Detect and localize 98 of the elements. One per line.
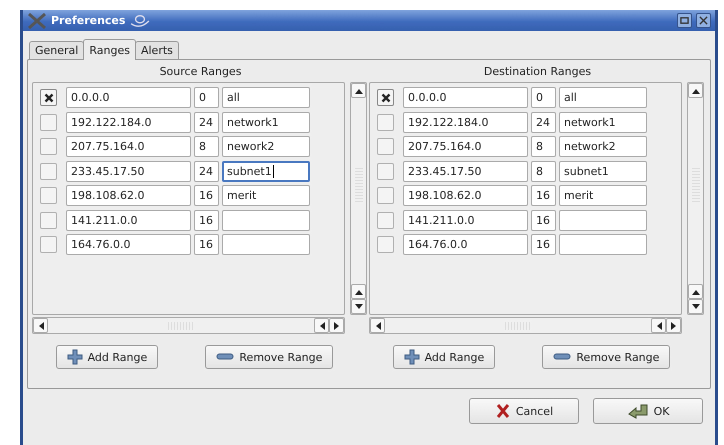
scroll-left-icon[interactable] [33,318,48,333]
window-title: Preferences [51,14,126,27]
address-field[interactable]: 198.108.62.0 [403,185,528,206]
checkbox[interactable] [40,89,57,106]
scroll-right-icon[interactable] [329,318,344,333]
minus-icon [216,353,234,361]
address-field[interactable]: 198.108.62.0 [66,185,191,206]
name-field[interactable]: merit [222,185,310,206]
name-field[interactable]: subnet1 [222,160,310,182]
name-field[interactable]: network2 [559,136,647,158]
scroll-left-icon[interactable] [370,318,385,333]
address-field[interactable]: 0.0.0.0 [66,87,191,108]
checkbox[interactable] [40,114,57,131]
address-field[interactable]: 207.75.164.0 [403,136,528,158]
maximize-button[interactable] [677,13,692,28]
prefix-field[interactable]: 8 [531,136,556,158]
checkbox[interactable] [40,212,57,229]
vertical-scrollbar[interactable] [350,82,367,315]
horizontal-scrollbar[interactable] [32,317,345,334]
address-field[interactable]: 0.0.0.0 [403,87,528,108]
scroll-up-icon[interactable] [351,284,366,299]
prefix-field[interactable]: 16 [531,185,556,206]
check-cross-icon [380,92,390,103]
name-field[interactable]: merit [559,185,647,206]
add-range-button[interactable]: Add Range [56,345,158,369]
prefix-field[interactable]: 24 [194,160,219,182]
prefix-field[interactable]: 16 [194,210,219,231]
cancel-button[interactable]: Cancel [469,398,579,424]
name-field[interactable]: all [559,87,647,108]
name-field[interactable]: subnet1 [559,160,647,182]
scroll-right-icon[interactable] [666,318,681,333]
prefix-field[interactable]: 16 [194,234,219,256]
tab[interactable]: Ranges [83,39,136,60]
return-arrow-icon [626,403,649,419]
swirl-icon [129,12,152,28]
name-field[interactable] [222,234,310,256]
name-field[interactable] [559,234,647,256]
scroll-left-icon[interactable] [651,318,666,333]
scroll-down-icon[interactable] [688,299,703,314]
checkbox[interactable] [40,187,57,204]
scroll-up-icon[interactable] [688,83,703,98]
prefix-field[interactable]: 16 [531,234,556,256]
remove-range-button[interactable]: Remove Range [542,345,670,369]
checkbox[interactable] [377,236,394,254]
plus-icon [66,349,83,365]
check-cross-icon [44,92,54,103]
address-field[interactable]: 233.45.17.50 [66,160,191,182]
minus-icon [553,353,572,361]
checkbox[interactable] [377,162,394,180]
checkbox[interactable] [377,89,394,106]
address-field[interactable]: 164.76.0.0 [66,234,191,256]
prefix-field[interactable]: 0 [531,87,556,108]
cross-icon [494,403,511,419]
checkbox[interactable] [377,138,394,156]
scroll-down-icon[interactable] [351,299,366,314]
address-field[interactable]: 192.122.184.0 [403,112,528,133]
address-field[interactable]: 233.45.17.50 [403,160,528,182]
address-field[interactable]: 207.75.164.0 [66,136,191,158]
prefix-field[interactable]: 24 [194,112,219,133]
name-field[interactable] [222,210,310,231]
checkbox[interactable] [377,212,394,229]
scroll-left-icon[interactable] [314,318,329,333]
address-field[interactable]: 164.76.0.0 [403,234,528,256]
prefix-field[interactable]: 8 [531,160,556,182]
checkbox[interactable] [40,162,57,180]
ok-button[interactable]: OK [593,398,703,424]
name-field[interactable] [559,210,647,231]
section-heading: Destination Ranges [482,64,592,80]
prefix-field[interactable]: 16 [194,185,219,206]
address-field[interactable]: 141.211.0.0 [403,210,528,231]
horizontal-scrollbar[interactable] [369,317,682,334]
name-field[interactable]: network1 [222,112,310,133]
add-range-button[interactable]: Add Range [392,345,496,369]
prefix-field[interactable]: 8 [194,136,219,158]
checkbox[interactable] [377,114,394,131]
scroll-up-icon[interactable] [688,284,703,299]
vertical-scrollbar[interactable] [687,82,704,315]
prefix-field[interactable]: 24 [531,112,556,133]
section-heading: Source Ranges [158,64,242,80]
close-button[interactable] [696,13,711,28]
address-field[interactable]: 141.211.0.0 [66,210,191,231]
name-field[interactable]: network1 [559,112,647,133]
name-field[interactable]: nework2 [222,136,310,158]
remove-range-button[interactable]: Remove Range [205,345,334,369]
address-field[interactable]: 192.122.184.0 [66,112,191,133]
checkbox[interactable] [40,138,57,156]
tab[interactable]: General [29,41,84,59]
tab[interactable]: Alerts [134,41,179,59]
checkbox[interactable] [377,187,394,204]
name-field[interactable]: all [222,87,310,108]
checkbox[interactable] [40,236,57,254]
close-icon [699,16,708,25]
scroll-up-icon[interactable] [351,83,366,98]
prefix-field[interactable]: 0 [194,87,219,108]
plus-icon [404,349,420,365]
x-logo-icon [27,12,47,28]
maximize-icon [680,16,689,25]
prefix-field[interactable]: 16 [531,210,556,231]
